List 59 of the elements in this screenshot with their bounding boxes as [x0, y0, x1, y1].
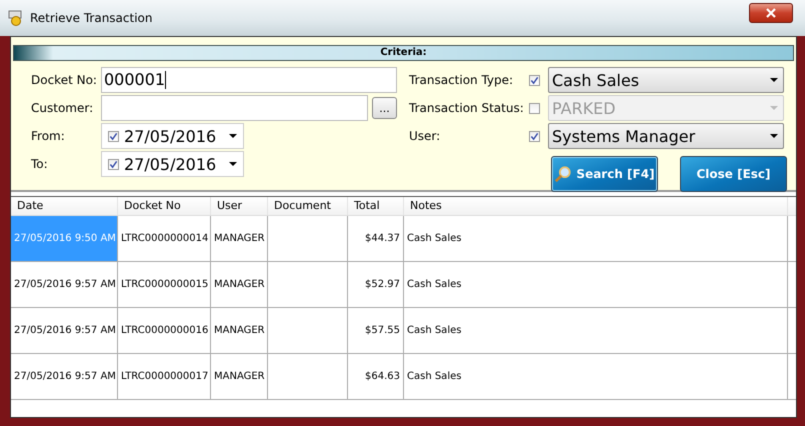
- table-cell: MANAGER: [211, 354, 268, 399]
- table-cell: LTRC0000000017: [118, 354, 211, 399]
- dropdown-arrow-icon: [229, 162, 237, 166]
- field-label: From:: [31, 129, 66, 143]
- table-cell: LTRC0000000015: [118, 262, 211, 307]
- table-cell: MANAGER: [211, 308, 268, 353]
- table-cell: MANAGER: [211, 262, 268, 307]
- dropdown[interactable]: Systems Manager: [548, 123, 784, 149]
- browse-button[interactable]: ...: [372, 97, 397, 119]
- field-label: Transaction Status:: [409, 101, 525, 115]
- table-cell: $64.63: [348, 354, 404, 399]
- close-button[interactable]: [749, 3, 793, 23]
- table-cell: Cash Sales: [404, 216, 788, 261]
- table-cell: LTRC0000000014: [118, 216, 211, 261]
- dropdown[interactable]: Cash Sales: [548, 67, 784, 93]
- dropdown-arrow-icon: [770, 134, 778, 138]
- checkbox[interactable]: [108, 130, 119, 142]
- dropdown-arrow-icon: [229, 134, 237, 138]
- field-label: To:: [31, 157, 49, 171]
- date-value: 27/05/2016: [124, 126, 218, 146]
- table-cell: Cash Sales: [404, 262, 788, 307]
- dropdown-arrow-icon: [770, 78, 778, 82]
- column-header[interactable]: Docket No: [118, 197, 211, 215]
- table-cell: 27/05/2016 9:57 AM: [11, 262, 118, 307]
- checkbox[interactable]: [529, 130, 540, 142]
- dropdown-arrow-icon: [770, 106, 778, 110]
- table-cell: Cash Sales: [404, 354, 788, 399]
- customer-field[interactable]: [101, 95, 368, 121]
- table-cell: LTRC0000000016: [118, 308, 211, 353]
- table-cell: $52.97: [348, 262, 404, 307]
- table-cell: 27/05/2016 9:57 AM: [11, 354, 118, 399]
- field-label: Docket No:: [31, 73, 98, 87]
- window-title: Retrieve Transaction: [30, 11, 152, 25]
- table-cell: $44.37: [348, 216, 404, 261]
- column-header[interactable]: User: [211, 197, 268, 215]
- column-header[interactable]: Document: [268, 197, 348, 215]
- table-cell: 27/05/2016 9:57 AM: [11, 308, 118, 353]
- date-value: 27/05/2016: [124, 154, 218, 174]
- close-button[interactable]: Close [Esc]: [680, 156, 787, 192]
- table-cell: $57.55: [348, 308, 404, 353]
- column-header[interactable]: Date: [11, 197, 118, 215]
- date-picker[interactable]: 27/05/2016: [101, 151, 244, 177]
- field-label: Transaction Type:: [409, 73, 514, 87]
- field-label: User:: [409, 129, 442, 143]
- date-picker[interactable]: 27/05/2016: [101, 123, 244, 149]
- criteria-header: Criteria:: [13, 45, 794, 61]
- app-icon: [8, 10, 24, 26]
- docket-field[interactable]: 000001: [101, 67, 397, 93]
- table-cell: 27/05/2016 9:50 AM: [11, 216, 118, 261]
- table-cell: MANAGER: [211, 216, 268, 261]
- checkbox[interactable]: [529, 74, 540, 86]
- search-icon: [554, 165, 572, 183]
- close-icon: [766, 8, 776, 18]
- field-label: Customer:: [31, 101, 94, 115]
- table-cell: Cash Sales: [404, 308, 788, 353]
- search-button[interactable]: Search [F4]: [551, 156, 658, 192]
- column-header[interactable]: Total: [348, 197, 404, 215]
- column-header[interactable]: Notes: [404, 197, 788, 215]
- checkbox[interactable]: [108, 158, 119, 170]
